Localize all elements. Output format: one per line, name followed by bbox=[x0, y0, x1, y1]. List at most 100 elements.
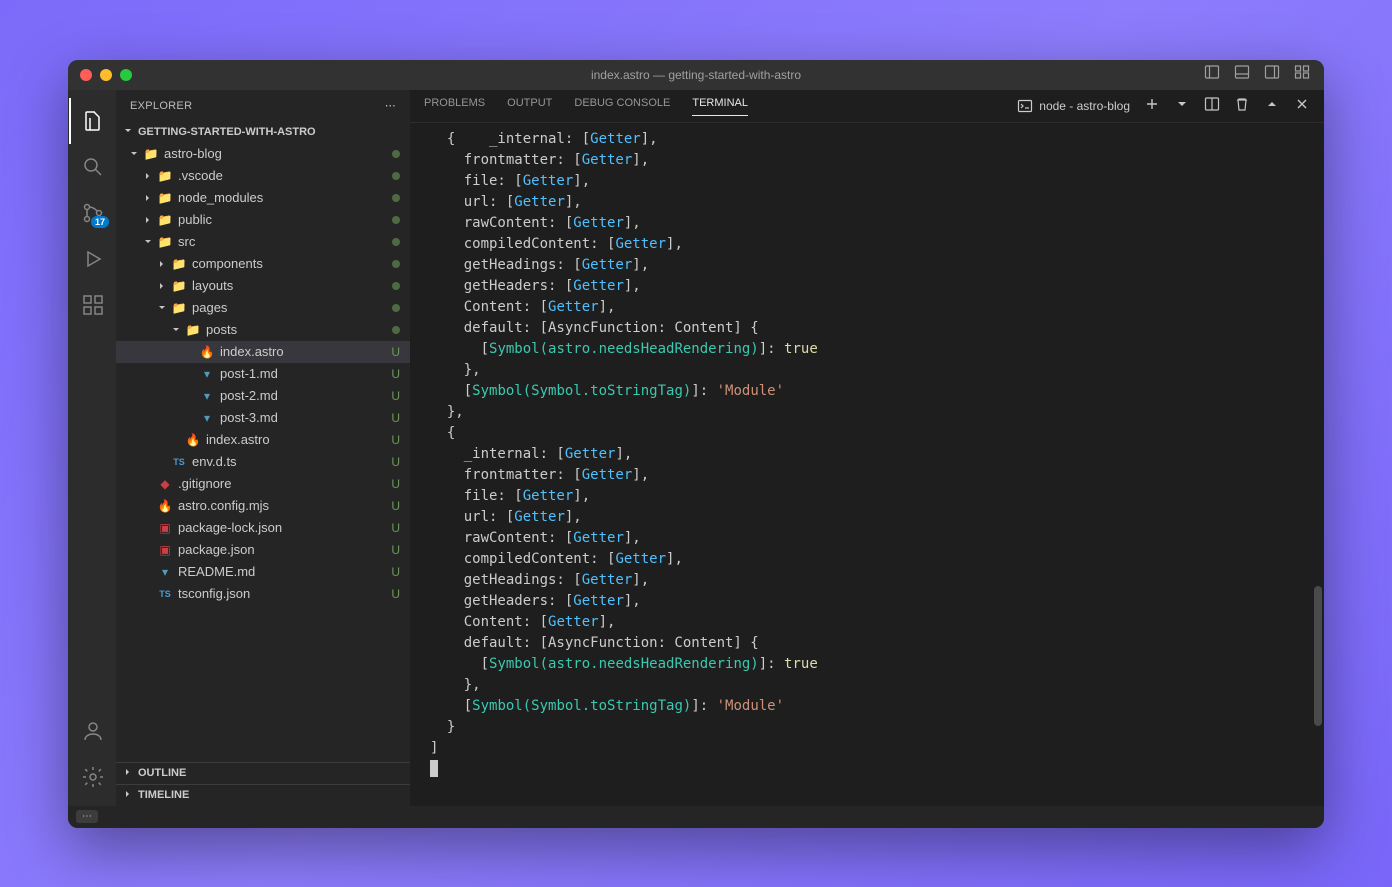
customize-layout-icon[interactable] bbox=[1294, 64, 1310, 85]
tab-terminal[interactable]: TERMINAL bbox=[692, 97, 748, 116]
chevron-right-icon bbox=[140, 192, 156, 204]
explorer-more-icon[interactable]: ⋯ bbox=[385, 99, 396, 112]
folder-g-icon: 📁 bbox=[156, 213, 174, 227]
git-status-letter: U bbox=[391, 345, 400, 359]
chevron-right-icon bbox=[140, 170, 156, 182]
title-actions bbox=[1204, 64, 1310, 85]
tab-problems[interactable]: PROBLEMS bbox=[424, 97, 485, 115]
tree-item-label: astro.config.mjs bbox=[178, 498, 387, 513]
astro-icon: 🔥 bbox=[198, 345, 216, 359]
tree-file[interactable]: ▾README.mdU bbox=[116, 561, 410, 583]
tree-folder[interactable]: 📁pages bbox=[116, 297, 410, 319]
tree-file[interactable]: TSenv.d.tsU bbox=[116, 451, 410, 473]
window-close-button[interactable] bbox=[80, 69, 92, 81]
folder-g2-icon: 📁 bbox=[156, 191, 174, 205]
tree-item-label: astro-blog bbox=[164, 146, 388, 161]
explorer-activity-icon[interactable] bbox=[69, 98, 117, 144]
tree-folder[interactable]: 📁src bbox=[116, 231, 410, 253]
toggle-sidebar-icon[interactable] bbox=[1204, 64, 1220, 85]
toggle-secondary-icon[interactable] bbox=[1264, 64, 1280, 85]
tree-item-label: src bbox=[178, 234, 388, 249]
vscode-window: index.astro — getting-started-with-astro… bbox=[68, 60, 1324, 828]
tree-item-label: post-1.md bbox=[220, 366, 387, 381]
project-name: GETTING-STARTED-WITH-ASTRO bbox=[138, 126, 316, 138]
tree-item-label: posts bbox=[206, 322, 388, 337]
tree-file[interactable]: ▾post-1.mdU bbox=[116, 363, 410, 385]
outline-label: OUTLINE bbox=[138, 767, 186, 779]
kill-terminal-icon[interactable] bbox=[1234, 96, 1250, 115]
tree-file[interactable]: 🔥astro.config.mjsU bbox=[116, 495, 410, 517]
tree-folder[interactable]: 📁.vscode bbox=[116, 165, 410, 187]
tree-file[interactable]: ▣package.jsonU bbox=[116, 539, 410, 561]
tree-item-label: node_modules bbox=[178, 190, 388, 205]
sidebar: EXPLORER ⋯ GETTING-STARTED-WITH-ASTRO 📁a… bbox=[116, 90, 410, 806]
tree-folder[interactable]: 📁astro-blog bbox=[116, 143, 410, 165]
accounts-activity-icon[interactable] bbox=[69, 708, 117, 754]
tree-item-label: public bbox=[178, 212, 388, 227]
tree-file[interactable]: ◆.gitignoreU bbox=[116, 473, 410, 495]
tree-file[interactable]: 🔥index.astroU bbox=[116, 429, 410, 451]
debug-activity-icon[interactable] bbox=[69, 236, 117, 282]
chevron-right-icon bbox=[122, 788, 134, 803]
git-status-letter: U bbox=[391, 367, 400, 381]
timeline-section[interactable]: TIMELINE bbox=[116, 784, 410, 806]
settings-activity-icon[interactable] bbox=[69, 754, 117, 800]
folder-p-icon: 📁 bbox=[184, 323, 202, 337]
folder-y-icon: 📁 bbox=[170, 257, 188, 271]
search-activity-icon[interactable] bbox=[69, 144, 117, 190]
scm-activity-icon[interactable]: 17 bbox=[69, 190, 117, 236]
new-terminal-icon[interactable] bbox=[1144, 96, 1160, 115]
git-status-letter: U bbox=[391, 389, 400, 403]
chevron-right-icon bbox=[140, 214, 156, 226]
git-modified-dot bbox=[392, 238, 400, 246]
tab-debug-console[interactable]: DEBUG CONSOLE bbox=[574, 97, 670, 115]
window-minimize-button[interactable] bbox=[100, 69, 112, 81]
tree-item-label: components bbox=[192, 256, 388, 271]
status-pill[interactable]: ⋯ bbox=[76, 810, 98, 823]
tree-item-label: layouts bbox=[192, 278, 388, 293]
git-status-letter: U bbox=[391, 411, 400, 425]
folder-r-icon: 📁 bbox=[170, 279, 188, 293]
scrollbar-thumb[interactable] bbox=[1314, 586, 1322, 726]
maximize-panel-icon[interactable] bbox=[1264, 96, 1280, 115]
tree-file[interactable]: 🔥index.astroU bbox=[116, 341, 410, 363]
terminal-output[interactable]: { _internal: [Getter], frontmatter: [Get… bbox=[410, 123, 1324, 806]
tab-output[interactable]: OUTPUT bbox=[507, 97, 552, 115]
ts-icon: TS bbox=[156, 589, 174, 599]
git-status-letter: U bbox=[391, 565, 400, 579]
window-maximize-button[interactable] bbox=[120, 69, 132, 81]
activity-bar: 17 bbox=[68, 90, 116, 806]
git-modified-dot bbox=[392, 216, 400, 224]
close-panel-icon[interactable] bbox=[1294, 96, 1310, 115]
git-icon: ◆ bbox=[156, 477, 174, 491]
git-modified-dot bbox=[392, 326, 400, 334]
md-icon: ▾ bbox=[198, 411, 216, 425]
terminal-dropdown-icon[interactable] bbox=[1174, 96, 1190, 115]
outline-section[interactable]: OUTLINE bbox=[116, 762, 410, 784]
extensions-activity-icon[interactable] bbox=[69, 282, 117, 328]
tree-folder[interactable]: 📁 node_modules bbox=[116, 187, 410, 209]
tree-folder[interactable]: 📁 layouts bbox=[116, 275, 410, 297]
tree-folder[interactable]: 📁 posts bbox=[116, 319, 410, 341]
ts-icon: TS bbox=[170, 457, 188, 467]
status-bar: ⋯ bbox=[68, 806, 1324, 828]
panel-tab-bar: PROBLEMS OUTPUT DEBUG CONSOLE TERMINAL n… bbox=[410, 90, 1324, 123]
tree-item-label: tsconfig.json bbox=[178, 586, 387, 601]
tree-item-label: pages bbox=[192, 300, 388, 315]
tree-item-label: post-3.md bbox=[220, 410, 387, 425]
title-bar: index.astro — getting-started-with-astro bbox=[68, 60, 1324, 90]
tree-file[interactable]: ▣package-lock.jsonU bbox=[116, 517, 410, 539]
tree-folder[interactable]: 📁 components bbox=[116, 253, 410, 275]
tree-item-label: package-lock.json bbox=[178, 520, 387, 535]
tree-file[interactable]: ▾post-2.mdU bbox=[116, 385, 410, 407]
tree-file[interactable]: TStsconfig.jsonU bbox=[116, 583, 410, 605]
md-icon: ▾ bbox=[198, 389, 216, 403]
tree-file[interactable]: ▾ post-3.md U bbox=[116, 407, 410, 429]
split-terminal-icon[interactable] bbox=[1204, 96, 1220, 115]
chevron-right-icon bbox=[154, 258, 170, 270]
terminal-process-label[interactable]: node - astro-blog bbox=[1017, 98, 1130, 114]
tree-folder[interactable]: 📁 public bbox=[116, 209, 410, 231]
project-header[interactable]: GETTING-STARTED-WITH-ASTRO bbox=[116, 122, 410, 143]
toggle-panel-icon[interactable] bbox=[1234, 64, 1250, 85]
git-status-letter: U bbox=[391, 477, 400, 491]
